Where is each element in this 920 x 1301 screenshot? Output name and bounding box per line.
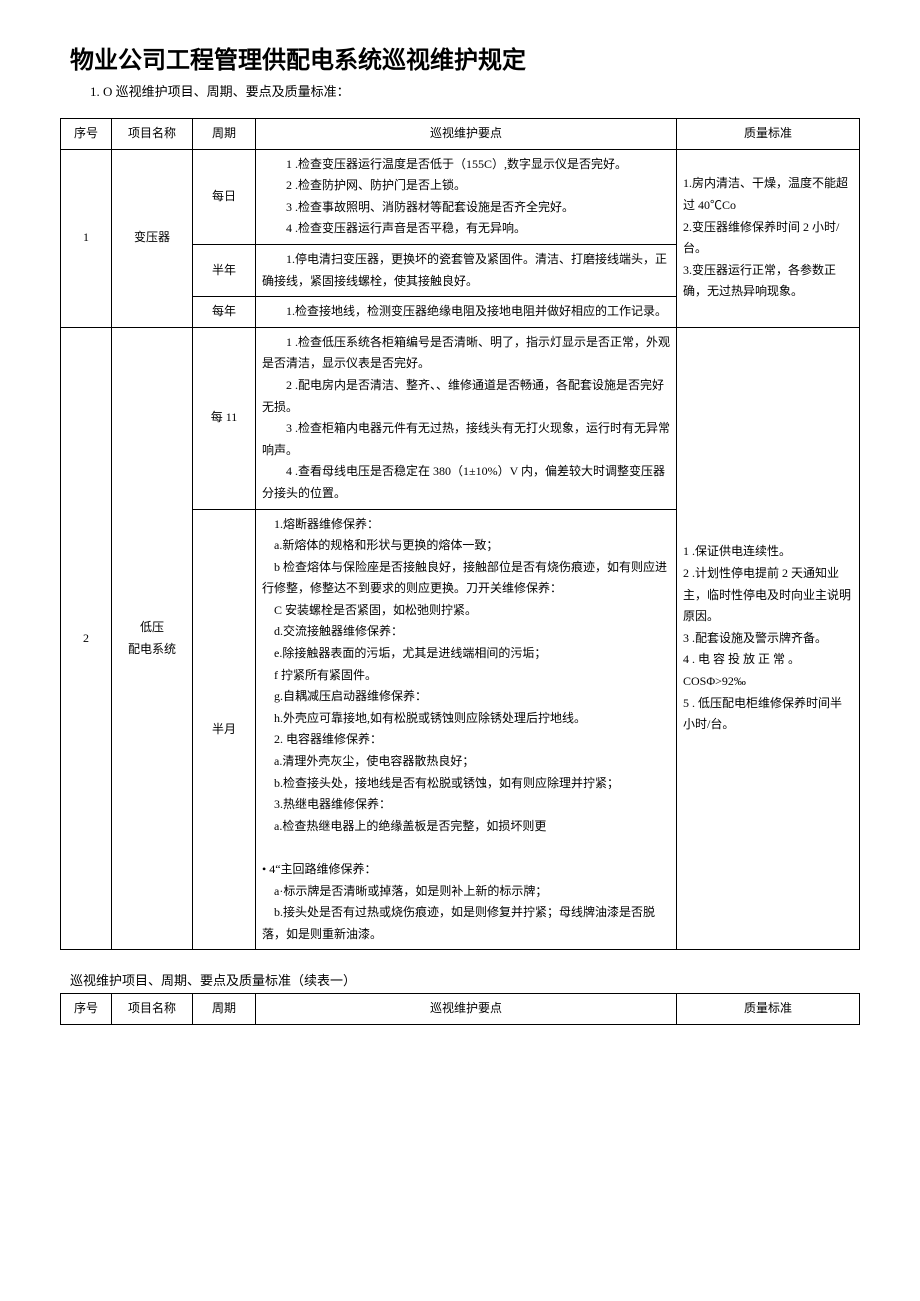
point-line: 1.停电清扫变压器，更换坏的瓷套管及紧固件。清洁、打磨接线端头，正确接线，紧固接… (262, 249, 670, 292)
point-line: b 检查熔体与保险座是否接触良好，接触部位是否有烧伤痕迹，如有则应进行修整，修整… (262, 557, 670, 600)
name-cell: 低压 配电系统 (112, 327, 193, 950)
points-cell: 1.停电清扫变压器，更换坏的瓷套管及紧固件。清洁、打磨接线端头，正确接线，紧固接… (256, 244, 677, 296)
col-std: 质量标准 (677, 119, 860, 150)
point-line: • 4“主回路维修保养： (262, 862, 377, 876)
std-line: 1 .保证供电连续性。 (683, 544, 791, 558)
std-line: 2 .计划性停电提前 2 天通知业主，临时性停电及时向业主说明原因。 (683, 566, 851, 623)
std-line: 4 . 电 容 投 放 正 常 。COSΦ>92‰ (683, 652, 800, 688)
col-seq: 序号 (61, 994, 112, 1025)
period-cell: 每日 (193, 149, 256, 244)
table-row: 2 低压 配电系统 每 11 1 .检查低压系统各柜箱编号是否清晰、明了，指示灯… (61, 327, 860, 509)
intro-line: 1. O 巡视维护项目、周期、要点及质量标准： (60, 81, 860, 100)
col-seq: 序号 (61, 119, 112, 150)
col-points: 巡视维护要点 (256, 119, 677, 150)
point-line: 4 .检查变压器运行声音是否平稳，有无异响。 (262, 218, 670, 240)
name-cell: 变压器 (112, 149, 193, 327)
name-line: 低压 (140, 620, 164, 634)
point-line: h.外壳应可靠接地,如有松脱或锈蚀则应除锈处理后拧地线。 (262, 708, 670, 730)
point-line: a·标示牌是否清晰或掉落，如是则补上新的标示牌； (262, 881, 670, 903)
point-line: 3 .检查柜箱内电器元件有无过热，接线头有无打火现象，运行时有无异常响声。 (262, 418, 670, 461)
point-line: g.自耦减压启动器维修保养： (262, 686, 670, 708)
point-line: 1 .检查低压系统各柜箱编号是否清晰、明了，指示灯显示是否正常，外观是否清洁，显… (262, 332, 670, 375)
point-line: 2 .配电房内是否清洁、整齐、、维修通道是否畅通，各配套设施是否完好无损。 (262, 375, 670, 418)
point-line: 4 .查看母线电压是否稳定在 380（1±10%）V 内，偏差较大时调整变压器分… (262, 461, 670, 504)
col-name: 项目名称 (112, 119, 193, 150)
point-line: b.接头处是否有过热或烧伤痕迹，如是则修复并拧紧；母线牌油漆是否脱落，如是则重新… (262, 902, 670, 945)
point-line: 1.检查接地线，检测变压器绝缘电阻及接地电阻并做好相应的工作记录。 (262, 301, 670, 323)
period-cell: 半年 (193, 244, 256, 296)
period-cell: 每年 (193, 297, 256, 328)
points-cell: 1.检查接地线，检测变压器绝缘电阻及接地电阻并做好相应的工作记录。 (256, 297, 677, 328)
point-line: d.交流接触器维修保养： (262, 621, 670, 643)
col-std: 质量标准 (677, 994, 860, 1025)
std-line: 3 .配套设施及警示牌齐备。 (683, 631, 827, 645)
subtitle: 巡视维护项目、周期、要点及质量标准（续表一） (60, 970, 860, 989)
point-line: 1.熔断器维修保养： (262, 514, 670, 536)
point-line: a.检查热继电器上的绝缘盖板是否完整，如损坏则更 (262, 816, 670, 838)
points-cell: 1.熔断器维修保养： a.新熔体的规格和形状与更换的熔体一致； b 检查熔体与保… (256, 509, 677, 950)
point-line: a.清理外壳灰尘，使电容器散热良好； (262, 751, 670, 773)
std-cell: 1.房内清洁、干燥，温度不能超过 40℃Co 2.变压器维修保养时间 2 小时/… (677, 149, 860, 327)
std-line: 3.变压器运行正常，各参数正确，无过热异响现象。 (683, 263, 836, 299)
points-cell: 1 .检查变压器运行温度是否低于（155C）,数字显示仪是否完好。 2 .检查防… (256, 149, 677, 244)
std-cell: 1 .保证供电连续性。 2 .计划性停电提前 2 天通知业主，临时性停电及时向业… (677, 327, 860, 950)
period-cell: 半月 (193, 509, 256, 950)
point-line: a.新熔体的规格和形状与更换的熔体一致； (262, 535, 670, 557)
std-line: 2.变压器维修保养时间 2 小时/台。 (683, 220, 839, 256)
period-cell: 每 11 (193, 327, 256, 509)
std-line: 5 . 低压配电柜维修保养时间半小时/台。 (683, 696, 842, 732)
col-points: 巡视维护要点 (256, 994, 677, 1025)
seq-cell: 1 (61, 149, 112, 327)
seq-cell: 2 (61, 327, 112, 950)
page-title: 物业公司工程管理供配电系统巡视维护规定 (60, 40, 860, 75)
point-line: 3.热继电器维修保养： (262, 794, 670, 816)
main-table: 序号 项目名称 周期 巡视维护要点 质量标准 1 变压器 每日 1 .检查变压器… (60, 118, 860, 950)
col-name: 项目名称 (112, 994, 193, 1025)
col-period: 周期 (193, 994, 256, 1025)
table-header-row: 序号 项目名称 周期 巡视维护要点 质量标准 (61, 994, 860, 1025)
point-line: b.检查接头处，接地线是否有松脱或锈蚀，如有则应除理并拧紧； (262, 773, 670, 795)
table-row: 1 变压器 每日 1 .检查变压器运行温度是否低于（155C）,数字显示仪是否完… (61, 149, 860, 244)
name-line: 配电系统 (128, 642, 176, 656)
point-line: 2 .检查防护网、防护门是否上锁。 (262, 175, 670, 197)
point-line: C 安装螺栓是否紧固，如松弛则拧紧。 (262, 600, 670, 622)
point-line: e.除接触器表面的污垢，尤其是进线端相间的污垢； (262, 643, 670, 665)
point-line: f 拧紧所有紧固件。 (262, 665, 670, 687)
col-period: 周期 (193, 119, 256, 150)
continuation-table: 序号 项目名称 周期 巡视维护要点 质量标准 (60, 993, 860, 1025)
point-line: 3 .检查事故照明、消防器材等配套设施是否齐全完好。 (262, 197, 670, 219)
std-line: 1.房内清洁、干燥，温度不能超过 40℃Co (683, 176, 848, 212)
points-cell: 1 .检查低压系统各柜箱编号是否清晰、明了，指示灯显示是否正常，外观是否清洁，显… (256, 327, 677, 509)
table-header-row: 序号 项目名称 周期 巡视维护要点 质量标准 (61, 119, 860, 150)
point-line: 2. 电容器维修保养： (262, 729, 670, 751)
point-line: 1 .检查变压器运行温度是否低于（155C）,数字显示仪是否完好。 (262, 154, 670, 176)
